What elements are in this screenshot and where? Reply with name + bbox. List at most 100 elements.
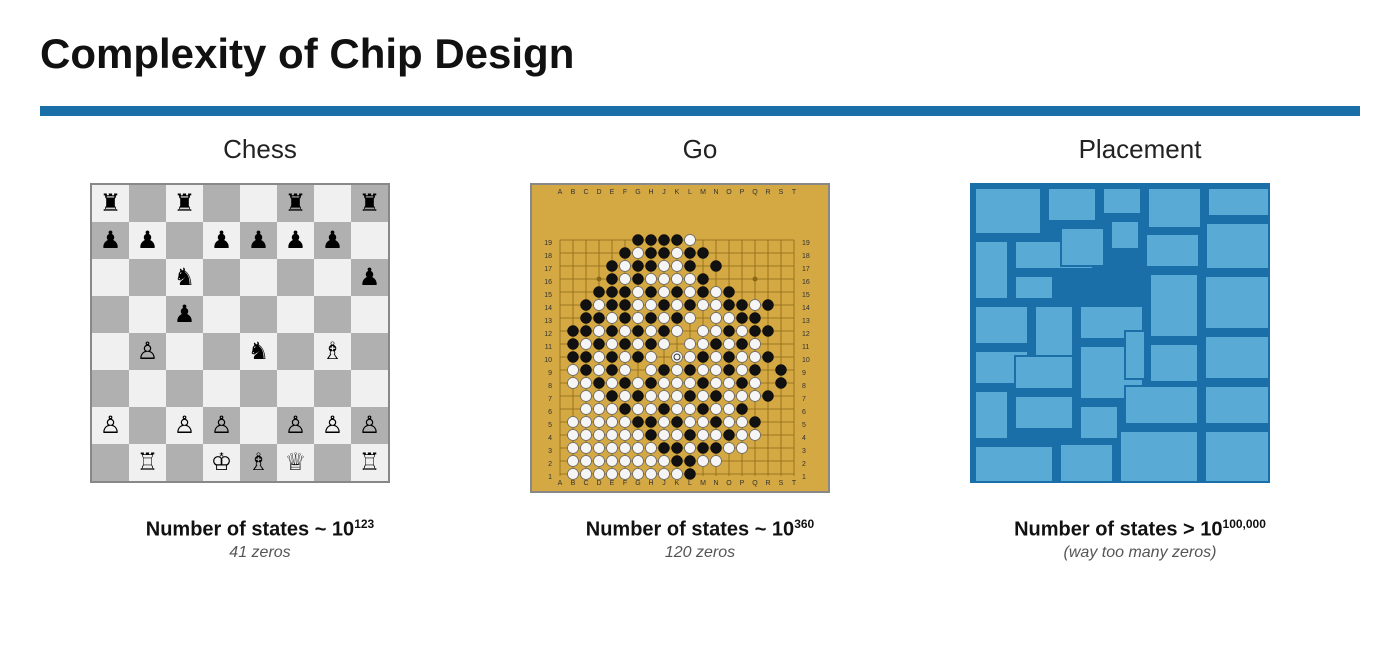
chess-cell: ♟ bbox=[203, 222, 240, 259]
svg-text:C: C bbox=[583, 480, 588, 487]
chess-cell: ♙ bbox=[351, 407, 388, 444]
placement-rect bbox=[1149, 273, 1199, 338]
svg-text:K: K bbox=[675, 189, 680, 196]
svg-text:Q: Q bbox=[752, 480, 758, 487]
svg-text:15: 15 bbox=[802, 292, 810, 299]
chess-cell: ♙ bbox=[92, 407, 129, 444]
svg-text:9: 9 bbox=[548, 370, 552, 377]
svg-text:L: L bbox=[688, 189, 692, 196]
chess-cell: ♙ bbox=[314, 407, 351, 444]
svg-text:A: A bbox=[558, 189, 563, 196]
chess-cell bbox=[203, 333, 240, 370]
chess-cell: ♙ bbox=[166, 407, 203, 444]
placement-rect bbox=[1205, 222, 1270, 270]
chess-image-area: ♜♜♜♜♟♟♟♟♟♟♞♟♟♙♞♗♙♙♙♙♙♙♖♔♗♕♖ bbox=[90, 183, 430, 493]
chess-cell bbox=[351, 296, 388, 333]
svg-text:N: N bbox=[713, 480, 718, 487]
svg-text:F: F bbox=[623, 480, 627, 487]
svg-text:J: J bbox=[662, 480, 666, 487]
chess-cell: ♗ bbox=[314, 333, 351, 370]
svg-text:2: 2 bbox=[802, 461, 806, 468]
svg-text:E: E bbox=[610, 189, 615, 196]
chess-cell: ♟ bbox=[240, 222, 277, 259]
svg-text:7: 7 bbox=[548, 396, 552, 403]
svg-text:H: H bbox=[648, 189, 653, 196]
chess-cell: ♟ bbox=[277, 222, 314, 259]
svg-text:1: 1 bbox=[802, 474, 806, 481]
placement-rect bbox=[1147, 187, 1202, 229]
svg-text:G: G bbox=[635, 480, 640, 487]
svg-text:10: 10 bbox=[802, 357, 810, 364]
placement-rect bbox=[1014, 395, 1074, 430]
chess-cell bbox=[277, 296, 314, 333]
svg-text:19: 19 bbox=[802, 240, 810, 247]
chess-cell: ♟ bbox=[351, 259, 388, 296]
svg-text:M: M bbox=[700, 189, 706, 196]
chess-cell: ♙ bbox=[203, 407, 240, 444]
svg-text:8: 8 bbox=[548, 383, 552, 390]
svg-text:17: 17 bbox=[802, 266, 810, 273]
chess-cell bbox=[92, 296, 129, 333]
svg-text:9: 9 bbox=[802, 370, 806, 377]
svg-text:R: R bbox=[765, 480, 770, 487]
placement-rect bbox=[1204, 275, 1270, 330]
placement-rect bbox=[1034, 305, 1074, 360]
svg-text:A: A bbox=[558, 480, 563, 487]
svg-text:13: 13 bbox=[802, 318, 810, 325]
chess-cell bbox=[277, 370, 314, 407]
placement-rect bbox=[1149, 343, 1199, 383]
go-stat-sub: 120 zeros bbox=[586, 544, 814, 562]
svg-text:19: 19 bbox=[544, 240, 552, 247]
chess-cell bbox=[129, 259, 166, 296]
svg-text:12: 12 bbox=[802, 331, 810, 338]
svg-text:4: 4 bbox=[548, 435, 552, 442]
go-board: ABC DEF GHJ KLM NOP QRS T ABC DEF GHJ KL… bbox=[530, 183, 830, 493]
chess-cell: ♟ bbox=[92, 222, 129, 259]
chess-cell bbox=[351, 222, 388, 259]
placement-rect bbox=[1145, 233, 1200, 268]
go-board-svg: ABC DEF GHJ KLM NOP QRS T ABC DEF GHJ KL… bbox=[532, 185, 828, 491]
chess-cell bbox=[240, 407, 277, 444]
placement-bar bbox=[920, 106, 1360, 116]
chess-cell bbox=[129, 296, 166, 333]
placement-rect bbox=[1014, 275, 1054, 300]
svg-text:F: F bbox=[623, 189, 627, 196]
svg-text:14: 14 bbox=[544, 305, 552, 312]
svg-text:B: B bbox=[571, 480, 576, 487]
svg-text:T: T bbox=[792, 189, 797, 196]
placement-rect bbox=[1207, 187, 1270, 217]
chess-cell bbox=[314, 296, 351, 333]
chess-stat-sub: 41 zeros bbox=[146, 544, 374, 562]
placement-rect bbox=[1204, 385, 1270, 425]
svg-text:5: 5 bbox=[548, 422, 552, 429]
svg-text:P: P bbox=[740, 480, 745, 487]
chess-stat-main: Number of states ~ 10123 bbox=[146, 517, 374, 542]
svg-text:17: 17 bbox=[544, 266, 552, 273]
columns-container: Chess ♜♜♜♜♟♟♟♟♟♟♞♟♟♙♞♗♙♙♙♙♙♙♖♔♗♕♖ Number… bbox=[40, 106, 1360, 562]
placement-rect bbox=[1102, 187, 1142, 215]
chess-cell bbox=[314, 259, 351, 296]
chess-cell: ♜ bbox=[166, 185, 203, 222]
svg-text:P: P bbox=[740, 189, 745, 196]
svg-text:11: 11 bbox=[802, 344, 809, 351]
chess-column: Chess ♜♜♜♜♟♟♟♟♟♟♞♟♟♙♞♗♙♙♙♙♙♙♖♔♗♕♖ Number… bbox=[40, 106, 480, 562]
svg-text:H: H bbox=[648, 480, 653, 487]
chess-cell bbox=[314, 444, 351, 481]
placement-column: Placement Number of states > 10100,000 (… bbox=[920, 106, 1360, 562]
svg-text:8: 8 bbox=[802, 383, 806, 390]
chess-cell bbox=[129, 185, 166, 222]
svg-text:B: B bbox=[571, 189, 576, 196]
go-bar bbox=[480, 106, 920, 116]
placement-rect bbox=[1204, 335, 1270, 380]
svg-text:18: 18 bbox=[544, 253, 552, 260]
chess-cell: ♙ bbox=[129, 333, 166, 370]
chess-cell bbox=[240, 370, 277, 407]
svg-text:2: 2 bbox=[548, 461, 552, 468]
chess-cell: ♞ bbox=[166, 259, 203, 296]
chess-cell: ♔ bbox=[203, 444, 240, 481]
svg-text:J: J bbox=[662, 189, 666, 196]
placement-rect bbox=[1204, 430, 1270, 483]
chess-cell bbox=[203, 259, 240, 296]
svg-text:O: O bbox=[726, 480, 732, 487]
placement-rect bbox=[974, 445, 1054, 483]
